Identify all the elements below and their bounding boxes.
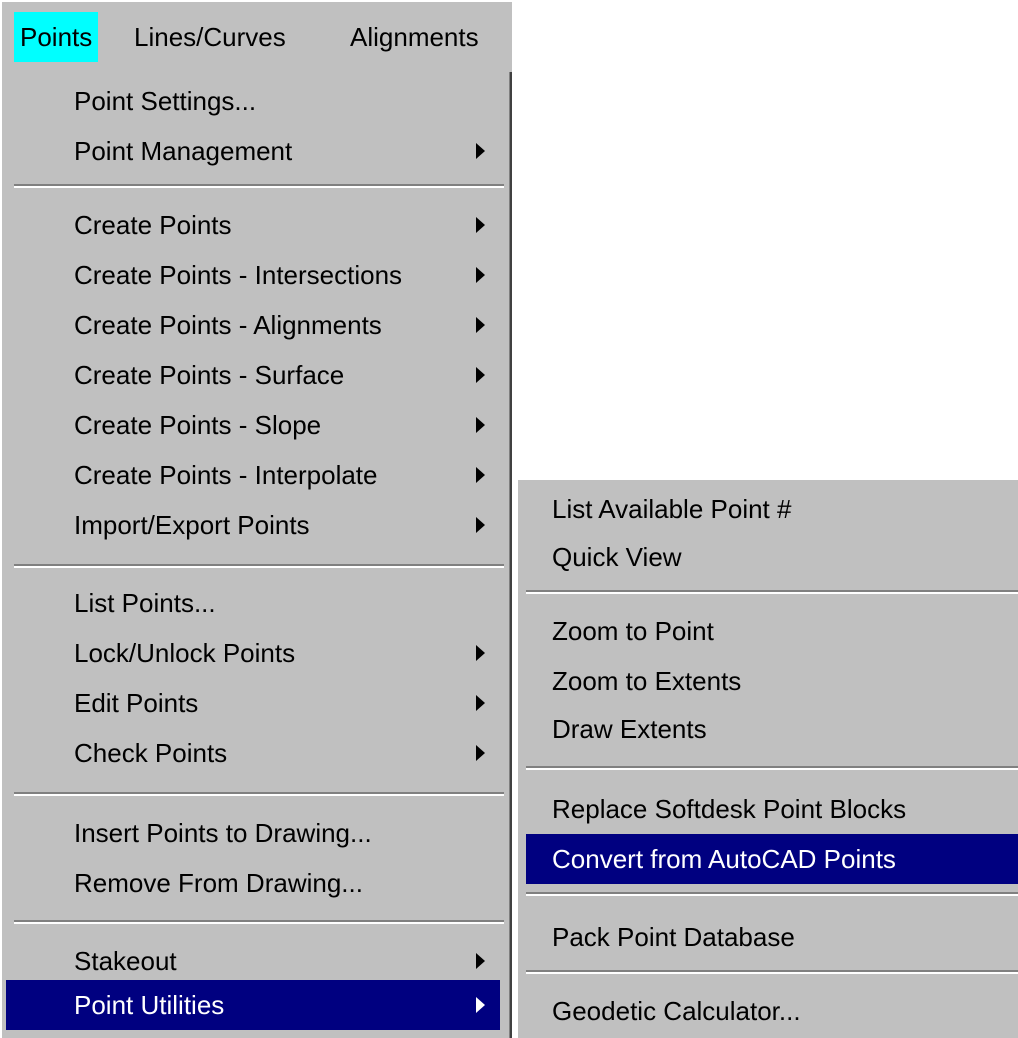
menu-item-label: Create Points - Surface [74, 360, 345, 390]
submenu-item-label: Draw Extents [552, 714, 707, 744]
menu-item-label: Point Utilities [74, 990, 225, 1020]
submenu-item-label: Replace Softdesk Point Blocks [552, 794, 907, 824]
screen: Points Lines/Curves Alignments Point Set… [0, 0, 1018, 1038]
submenu-item-quick-view[interactable]: Quick View [526, 532, 1018, 582]
menu-item-point-utilities[interactable]: Point Utilities [6, 980, 500, 1030]
submenu-item-label: Geodetic Calculator... [552, 996, 801, 1026]
menu-bar: Points Lines/Curves Alignments [0, 0, 512, 72]
menu-item-label: Lock/Unlock Points [74, 638, 296, 668]
menu-separator [14, 920, 504, 924]
menu-separator [14, 564, 504, 568]
menu-item-label: Check Points [74, 738, 228, 768]
menu-item-label: Remove From Drawing... [74, 868, 363, 898]
submenu-arrow-icon [476, 217, 485, 233]
menu-item-label: Create Points - Intersections [74, 260, 403, 290]
menu-item-label: Create Points - Interpolate [74, 460, 378, 490]
points-dropdown-menu: Point Settings... Point Management Creat… [0, 72, 512, 1038]
menu-item-label: Stakeout [74, 946, 177, 976]
submenu-item-label: Zoom to Point [552, 616, 714, 646]
menu-item-label: Import/Export Points [74, 510, 310, 540]
menu-item-label: List Points... [74, 588, 216, 618]
menu-item-remove-from-drawing[interactable]: Remove From Drawing... [6, 858, 500, 908]
submenu-item-zoom-to-extents[interactable]: Zoom to Extents [526, 656, 1018, 706]
submenu-item-zoom-to-point[interactable]: Zoom to Point [526, 606, 1018, 656]
menu-item-create-points-intersections[interactable]: Create Points - Intersections [6, 250, 500, 300]
submenu-item-label: Pack Point Database [552, 922, 795, 952]
submenu-arrow-icon [476, 997, 485, 1013]
menu-alignments[interactable]: Alignments [344, 12, 485, 62]
menu-separator [526, 892, 1018, 896]
menu-item-label: Insert Points to Drawing... [74, 818, 372, 848]
menu-item-stakeout[interactable]: Stakeout [6, 936, 500, 986]
menu-item-check-points[interactable]: Check Points [6, 728, 500, 778]
menu-separator [526, 590, 1018, 594]
submenu-item-label: Zoom to Extents [552, 666, 742, 696]
submenu-arrow-icon [476, 143, 485, 159]
menu-item-label: Point Settings... [74, 86, 257, 116]
submenu-item-label: Quick View [552, 542, 682, 572]
submenu-arrow-icon [476, 645, 485, 661]
menu-separator [526, 766, 1018, 770]
menu-item-create-points-interpolate[interactable]: Create Points - Interpolate [6, 450, 500, 500]
submenu-item-list-available-point[interactable]: List Available Point # [526, 484, 1018, 534]
menu-item-edit-points[interactable]: Edit Points [6, 678, 500, 728]
submenu-arrow-icon [476, 695, 485, 711]
submenu-item-replace-softdesk-point-blocks[interactable]: Replace Softdesk Point Blocks [526, 784, 1018, 834]
submenu-arrow-icon [476, 517, 485, 533]
menu-item-insert-points-to-drawing[interactable]: Insert Points to Drawing... [6, 808, 500, 858]
submenu-item-label: Convert from AutoCAD Points [552, 844, 896, 874]
point-utilities-submenu: List Available Point # Quick View Zoom t… [515, 478, 1018, 1038]
menu-item-label: Create Points [74, 210, 232, 240]
submenu-arrow-icon [476, 953, 485, 969]
menu-item-point-settings[interactable]: Point Settings... [6, 76, 500, 126]
menu-item-create-points-slope[interactable]: Create Points - Slope [6, 400, 500, 450]
submenu-item-label: List Available Point # [552, 494, 792, 524]
submenu-arrow-icon [476, 317, 485, 333]
menu-item-label: Create Points - Slope [74, 410, 322, 440]
menu-item-lock-unlock-points[interactable]: Lock/Unlock Points [6, 628, 500, 678]
menu-item-label: Point Management [74, 136, 293, 166]
submenu-arrow-icon [476, 367, 485, 383]
submenu-item-pack-point-database[interactable]: Pack Point Database [526, 912, 1018, 962]
menu-separator [14, 184, 504, 188]
menu-item-create-points-surface[interactable]: Create Points - Surface [6, 350, 500, 400]
submenu-item-convert-from-autocad-points[interactable]: Convert from AutoCAD Points [526, 834, 1018, 884]
menu-item-create-points-alignments[interactable]: Create Points - Alignments [6, 300, 500, 350]
menu-separator [526, 970, 1018, 974]
menu-points[interactable]: Points [14, 12, 99, 62]
menu-item-point-management[interactable]: Point Management [6, 126, 500, 176]
submenu-arrow-icon [476, 467, 485, 483]
submenu-item-draw-extents[interactable]: Draw Extents [526, 704, 1018, 754]
submenu-arrow-icon [476, 745, 485, 761]
submenu-arrow-icon [476, 267, 485, 283]
submenu-arrow-icon [476, 417, 485, 433]
menu-item-label: Create Points - Alignments [74, 310, 382, 340]
menu-separator [14, 792, 504, 796]
menu-item-import-export-points[interactable]: Import/Export Points [6, 500, 500, 550]
menu-lines-curves[interactable]: Lines/Curves [128, 12, 292, 62]
menu-item-label: Edit Points [74, 688, 199, 718]
menu-item-create-points[interactable]: Create Points [6, 200, 500, 250]
menu-item-list-points[interactable]: List Points... [6, 578, 500, 628]
submenu-item-geodetic-calculator[interactable]: Geodetic Calculator... [526, 986, 1018, 1036]
